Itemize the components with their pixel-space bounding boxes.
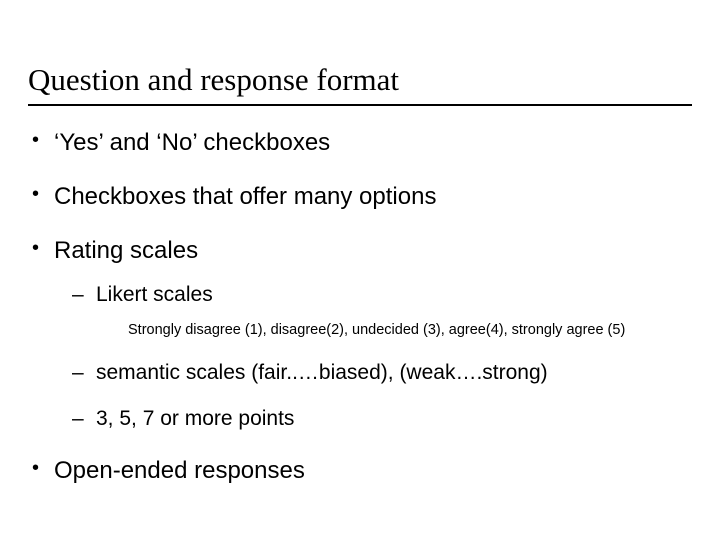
list-item: semantic scales (fair..…biased), (weak….… bbox=[96, 360, 692, 386]
slide-title: Question and response format bbox=[0, 0, 720, 104]
bullet-text: semantic scales (fair..…biased), (weak….… bbox=[96, 361, 548, 384]
slide: Question and response format ‘Yes’ and ‘… bbox=[0, 0, 720, 540]
bullet-text: Checkboxes that offer many options bbox=[54, 183, 436, 210]
list-item: Rating scales Likert scales Strongly dis… bbox=[54, 236, 692, 432]
list-item: Likert scales Strongly disagree (1), dis… bbox=[96, 282, 692, 340]
bullet-text: ‘Yes’ and ‘No’ checkboxes bbox=[54, 129, 330, 156]
bullet-text: Rating scales bbox=[54, 237, 198, 264]
slide-body: ‘Yes’ and ‘No’ checkboxes Checkboxes tha… bbox=[0, 106, 720, 486]
bullet-list: ‘Yes’ and ‘No’ checkboxes Checkboxes tha… bbox=[28, 128, 692, 486]
bullet-text: Open-ended responses bbox=[54, 457, 305, 484]
bullet-text: 3, 5, 7 or more points bbox=[96, 407, 294, 430]
detail-text: Strongly disagree (1), disagree(2), unde… bbox=[128, 322, 692, 339]
list-item: ‘Yes’ and ‘No’ checkboxes bbox=[54, 128, 692, 158]
list-item: Open-ended responses bbox=[54, 456, 692, 486]
sub-list: Likert scales Strongly disagree (1), dis… bbox=[54, 282, 692, 432]
list-item: Checkboxes that offer many options bbox=[54, 182, 692, 212]
list-item: 3, 5, 7 or more points bbox=[96, 406, 692, 432]
bullet-text: Likert scales bbox=[96, 283, 213, 306]
